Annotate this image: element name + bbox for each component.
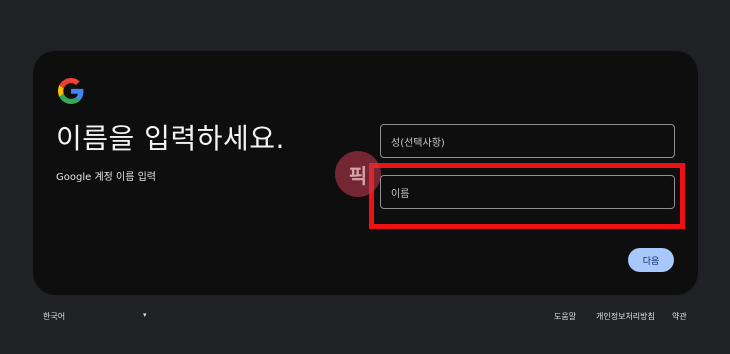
watermark-stamp: 픽	[335, 151, 381, 197]
footer: 한국어 ▾ 도움말 개인정보처리방침 약관	[0, 308, 730, 324]
page-subtitle: Google 계정 이름 입력	[56, 172, 156, 183]
language-selector[interactable]: 한국어	[43, 311, 65, 322]
last-name-field[interactable]: 성(선택사항)	[380, 124, 675, 158]
page-title: 이름을 입력하세요.	[56, 122, 285, 155]
highlight-box	[369, 163, 685, 229]
next-button[interactable]: 다음	[628, 248, 674, 272]
help-link[interactable]: 도움말	[554, 311, 576, 322]
last-name-placeholder: 성(선택사항)	[391, 137, 445, 149]
caret-down-icon[interactable]: ▾	[143, 311, 147, 319]
terms-link[interactable]: 약관	[672, 311, 687, 322]
google-logo-icon	[58, 78, 84, 104]
privacy-link[interactable]: 개인정보처리방침	[596, 311, 655, 322]
